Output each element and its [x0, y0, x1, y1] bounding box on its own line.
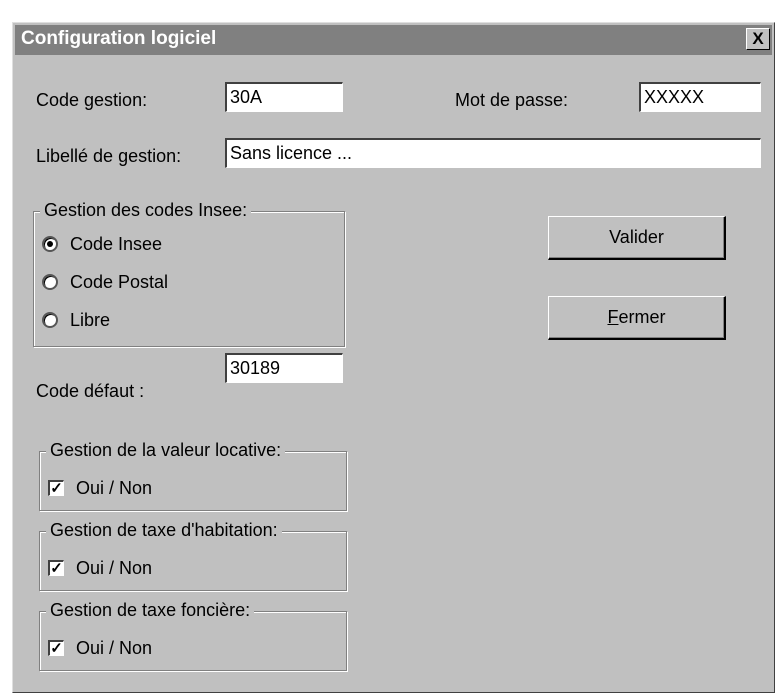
code-gestion-label: Code gestion:	[36, 90, 148, 110]
radio-icon[interactable]	[42, 274, 58, 290]
taxe-habitation-groupbox: Gestion de taxe d'habitation: ✓ Oui / No…	[39, 520, 347, 591]
radio-code-insee[interactable]: Code Insee	[42, 232, 162, 256]
radio-icon[interactable]	[42, 236, 58, 252]
checkbox-label: Oui / Non	[76, 557, 153, 578]
radio-icon[interactable]	[42, 312, 58, 328]
radio-label: Code Insee	[70, 233, 163, 254]
insee-groupbox: Gestion des codes Insee: Code Insee Code…	[33, 200, 345, 347]
mot-de-passe-label: Mot de passe:	[455, 90, 569, 110]
fermer-mnemonic: F	[607, 307, 619, 327]
checkbox-label: Oui / Non	[76, 637, 153, 658]
close-icon: X	[752, 29, 764, 48]
checkbox-checked-icon[interactable]: ✓	[48, 640, 64, 656]
radio-label: Code Postal	[70, 271, 169, 292]
valider-button[interactable]: Valider	[548, 216, 726, 260]
taxe-habitation-legend: Gestion de taxe d'habitation:	[46, 520, 282, 541]
radio-selected-dot	[47, 241, 53, 247]
radio-code-postal[interactable]: Code Postal	[42, 270, 168, 294]
code-gestion-input[interactable]: 30A	[225, 82, 343, 112]
dialog-title: Configuration logiciel	[21, 28, 217, 49]
checkbox-label: Oui / Non	[76, 477, 153, 498]
checkbox-checked-icon[interactable]: ✓	[48, 480, 64, 496]
close-button[interactable]: X	[746, 28, 770, 50]
radio-libre[interactable]: Libre	[42, 308, 110, 332]
config-dialog: Configuration logiciel X Code gestion: 3…	[12, 22, 775, 693]
taxe-fonciere-checkbox-row[interactable]: ✓ Oui / Non	[48, 636, 152, 660]
taxe-habitation-checkbox-row[interactable]: ✓ Oui / Non	[48, 556, 152, 580]
insee-group-legend: Gestion des codes Insee:	[40, 200, 252, 221]
valeur-locative-checkbox-row[interactable]: ✓ Oui / Non	[48, 476, 152, 500]
libelle-label: Libellé de gestion:	[36, 146, 182, 166]
taxe-fonciere-legend: Gestion de taxe foncière:	[46, 600, 255, 621]
fermer-label: ermer	[618, 307, 666, 327]
title-bar[interactable]: Configuration logiciel X	[15, 25, 772, 55]
code-defaut-input[interactable]: 30189	[225, 353, 343, 383]
checkbox-checked-icon[interactable]: ✓	[48, 560, 64, 576]
fermer-button[interactable]: Fermer	[548, 296, 726, 340]
taxe-fonciere-groupbox: Gestion de taxe foncière: ✓ Oui / Non	[39, 600, 347, 671]
radio-label: Libre	[70, 309, 111, 330]
mot-de-passe-input[interactable]: XXXXX	[639, 82, 761, 112]
code-defaut-label: Code défaut :	[36, 381, 145, 401]
libelle-input[interactable]: Sans licence ...	[225, 138, 761, 168]
valeur-locative-groupbox: Gestion de la valeur locative: ✓ Oui / N…	[39, 440, 347, 511]
valeur-locative-legend: Gestion de la valeur locative:	[46, 440, 286, 461]
valider-label: Valider	[609, 227, 664, 247]
